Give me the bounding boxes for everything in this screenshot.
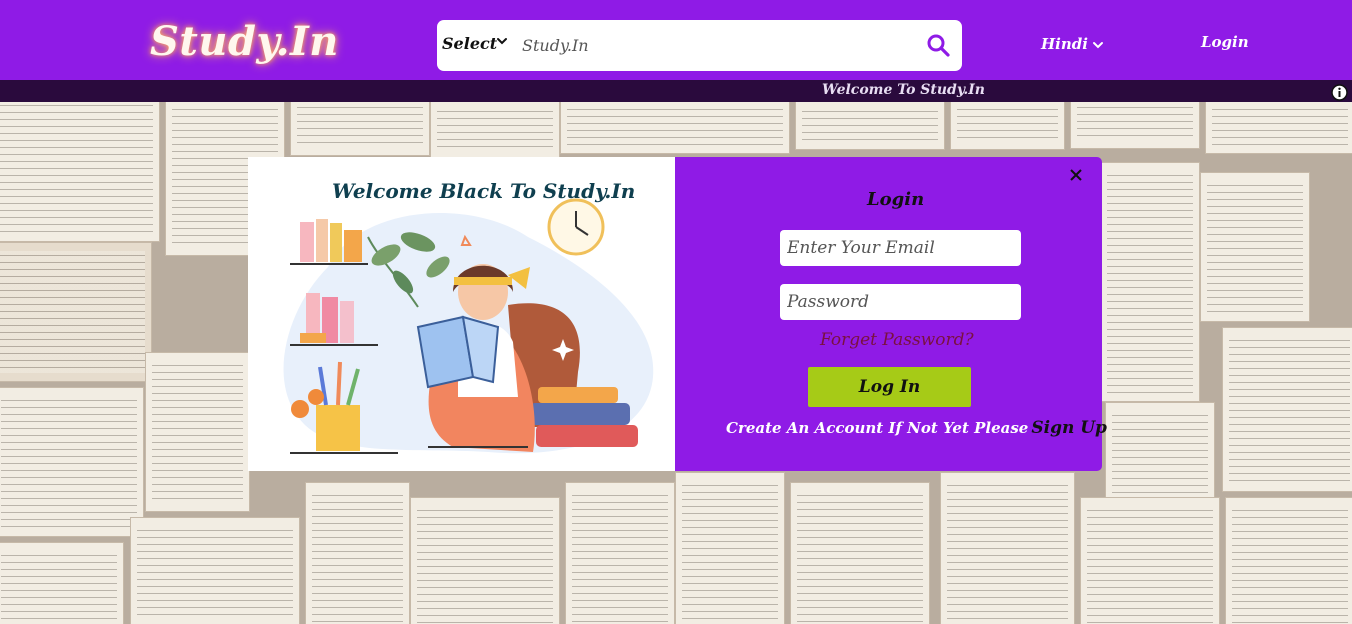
close-icon[interactable] [1068, 167, 1084, 183]
password-field[interactable] [780, 284, 1021, 320]
chevron-down-icon[interactable] [1092, 39, 1104, 51]
header-login-link[interactable]: Login [1201, 33, 1249, 51]
login-button[interactable]: Log In [808, 367, 971, 407]
login-modal: Welcome Black To Study.In Login Enter Yo… [248, 157, 1107, 471]
modal-login-panel: Login Forget Password? Log In Create An … [675, 157, 1107, 471]
welcome-marquee: Welcome To Study.In [0, 80, 1352, 102]
email-field[interactable] [780, 230, 1021, 266]
search-input[interactable] [522, 28, 902, 62]
login-title: Login [867, 189, 925, 210]
signup-link[interactable]: Sign Up [1031, 418, 1107, 438]
language-select[interactable]: Hindi [1041, 35, 1088, 53]
search-bar: Select [437, 20, 962, 71]
search-icon[interactable] [925, 32, 951, 58]
chevron-down-icon[interactable] [495, 34, 509, 48]
info-icon[interactable] [1331, 84, 1348, 101]
reading-girl-illustration [283, 198, 654, 454]
modal-illustration-panel: Welcome Black To Study.In [248, 157, 675, 471]
site-logo[interactable]: Study.In [150, 18, 339, 65]
marquee-text: Welcome To Study.In [822, 82, 985, 98]
signup-prompt: Create An Account If Not Yet Please Sign … [726, 418, 1107, 438]
category-select[interactable]: Select [442, 34, 497, 53]
create-account-text: Create An Account If Not Yet Please [726, 419, 1029, 437]
forgot-password-link[interactable]: Forget Password? [820, 330, 974, 350]
top-navbar: Study.In Select Hindi Login [0, 0, 1352, 80]
